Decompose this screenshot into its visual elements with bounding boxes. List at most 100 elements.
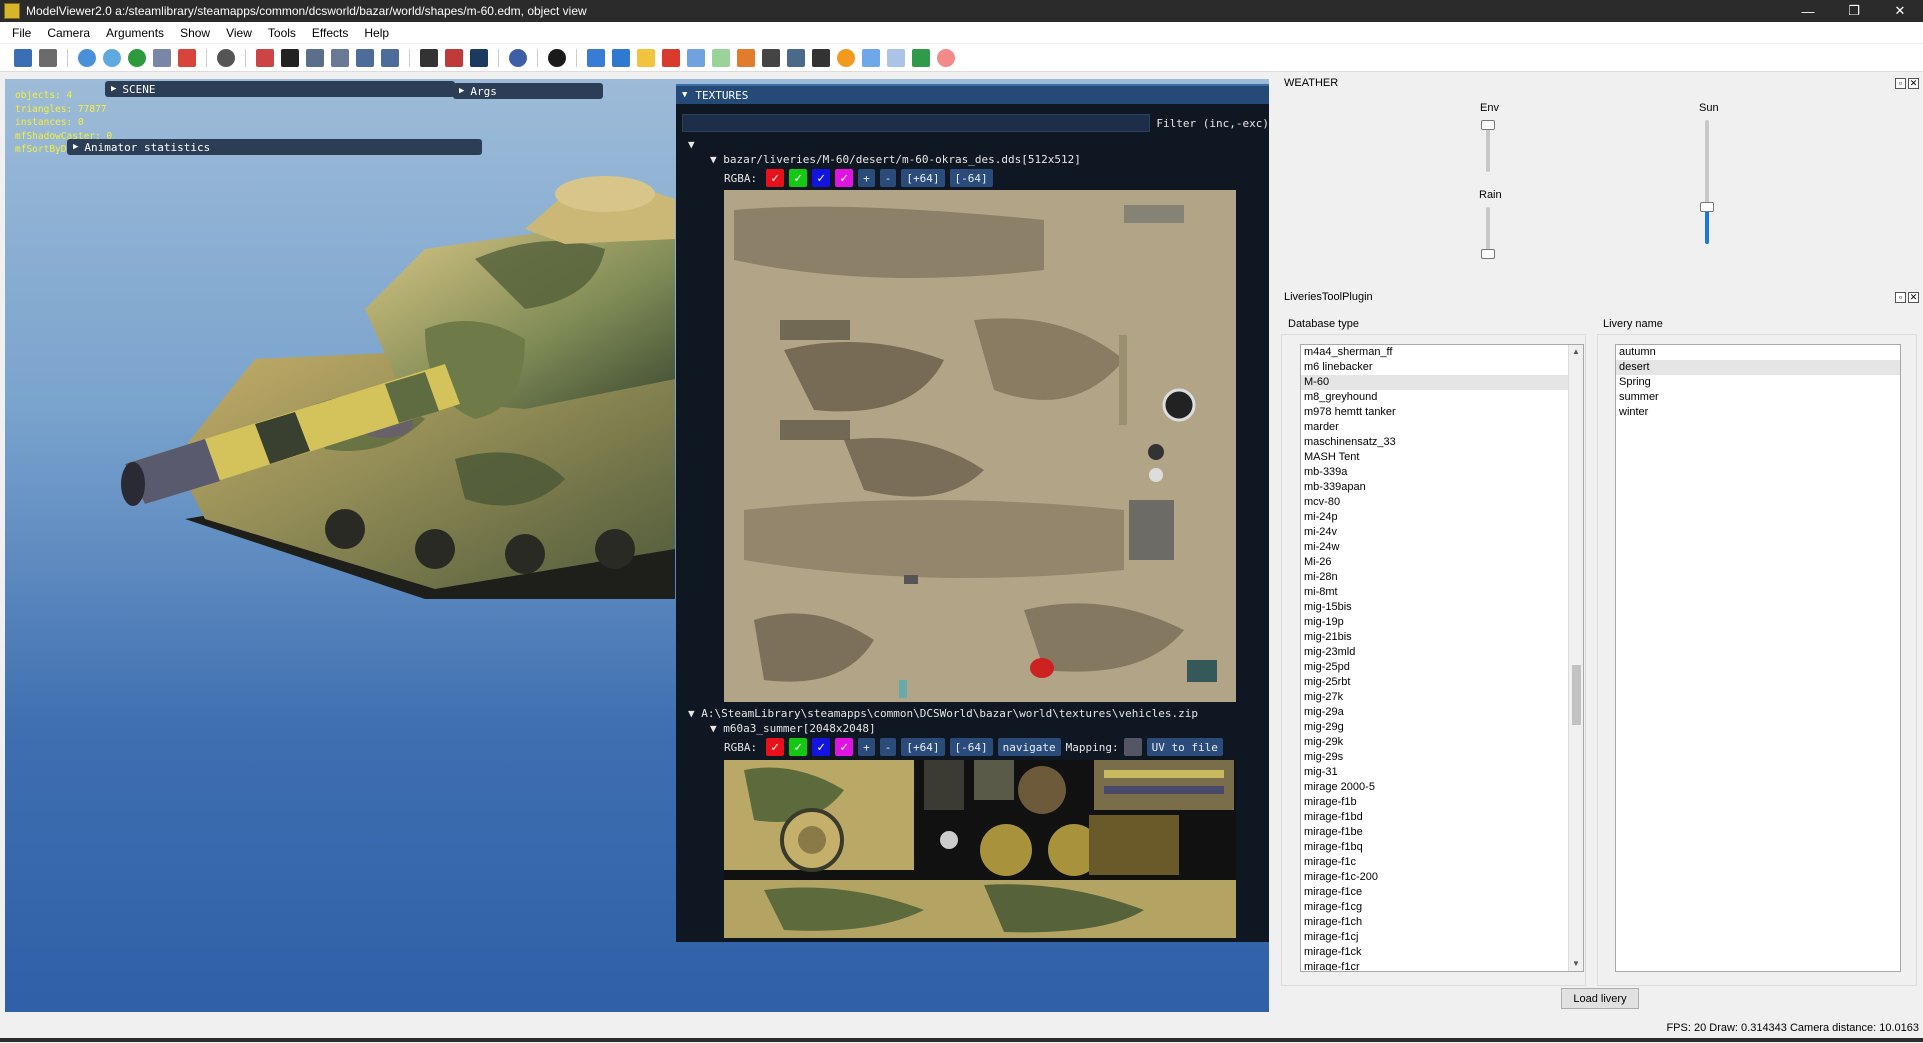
- list-item[interactable]: mirage-f1c: [1301, 855, 1583, 870]
- list-item[interactable]: mcv-80: [1301, 495, 1583, 510]
- list-item[interactable]: mirage-f1bq: [1301, 840, 1583, 855]
- list-item[interactable]: mb-339apan: [1301, 480, 1583, 495]
- list-item[interactable]: autumn: [1616, 345, 1900, 360]
- list-item[interactable]: mirage-f1cj: [1301, 930, 1583, 945]
- list-item[interactable]: mig-15bis: [1301, 600, 1583, 615]
- mapping-checkbox[interactable]: [1123, 738, 1142, 756]
- arrow-right-icon[interactable]: [356, 48, 374, 67]
- grid-icon[interactable]: [281, 48, 299, 67]
- list-item[interactable]: mirage-f1ch: [1301, 915, 1583, 930]
- cone-icon[interactable]: [331, 48, 349, 67]
- cubes-icon[interactable]: [637, 48, 655, 67]
- list-item[interactable]: mig-21bis: [1301, 630, 1583, 645]
- maximize-button[interactable]: ❐: [1831, 0, 1877, 22]
- root-tree-toggle[interactable]: ▼: [688, 138, 695, 151]
- red-channel-checkbox[interactable]: ✓: [766, 738, 785, 756]
- zoom-out-button[interactable]: -: [879, 738, 897, 756]
- rain-slider[interactable]: [1481, 207, 1495, 259]
- texture-file-1[interactable]: ▼ bazar/liveries/M-60/desert/m-60-okras_…: [710, 153, 1081, 166]
- network-icon[interactable]: [862, 48, 880, 67]
- blue-channel-checkbox[interactable]: ✓: [812, 169, 831, 187]
- list-item[interactable]: mig-29a: [1301, 705, 1583, 720]
- menu-help[interactable]: Help: [356, 26, 397, 40]
- color-icon[interactable]: [445, 48, 463, 67]
- axis-icon[interactable]: [256, 48, 274, 67]
- list-item[interactable]: mirage-f1ck: [1301, 945, 1583, 960]
- scroll-down-icon[interactable]: ▼: [1569, 957, 1583, 971]
- list-item[interactable]: mirage-f1bd: [1301, 810, 1583, 825]
- green-channel-checkbox[interactable]: ✓: [789, 169, 808, 187]
- list-item[interactable]: m4a4_sherman_ff: [1301, 345, 1583, 360]
- menu-tools[interactable]: Tools: [260, 26, 304, 40]
- dots-grid-icon[interactable]: [912, 48, 930, 67]
- minus64-button[interactable]: [-64]: [949, 738, 993, 756]
- texture-icon[interactable]: [420, 48, 438, 67]
- skeleton-icon[interactable]: [178, 48, 196, 67]
- list-item[interactable]: Spring: [1616, 375, 1900, 390]
- rain-slider-thumb[interactable]: [1481, 249, 1495, 259]
- pin-icon[interactable]: [762, 48, 780, 67]
- load-livery-button[interactable]: Load livery: [1561, 988, 1639, 1009]
- list-item[interactable]: mi-24p: [1301, 510, 1583, 525]
- scene-collapsible[interactable]: ▶ SCENE: [105, 81, 455, 97]
- list-item[interactable]: M-60: [1301, 375, 1583, 390]
- list-item[interactable]: winter: [1616, 405, 1900, 420]
- list-item[interactable]: mirage 2000-5: [1301, 780, 1583, 795]
- env-slider-thumb[interactable]: [1481, 120, 1495, 130]
- list-item[interactable]: mig-31: [1301, 765, 1583, 780]
- sun-slider[interactable]: [1700, 120, 1714, 244]
- list-item[interactable]: mirage-f1be: [1301, 825, 1583, 840]
- list-item[interactable]: m8_greyhound: [1301, 390, 1583, 405]
- list-item[interactable]: mig-29g: [1301, 720, 1583, 735]
- camera-icon[interactable]: [217, 48, 235, 67]
- target-icon[interactable]: [548, 48, 566, 67]
- red-channel-checkbox[interactable]: ✓: [766, 169, 785, 187]
- list-item[interactable]: m978 hemtt tanker: [1301, 405, 1583, 420]
- record-icon[interactable]: [937, 48, 955, 67]
- cube-outline-icon[interactable]: [687, 48, 705, 67]
- sun-icon[interactable]: [837, 48, 855, 67]
- plus64-button[interactable]: [+64]: [901, 738, 945, 756]
- reload-icon[interactable]: [128, 48, 146, 67]
- car-icon[interactable]: [812, 48, 830, 67]
- lamp-icon[interactable]: [787, 48, 805, 67]
- cube-red-icon[interactable]: [662, 48, 680, 67]
- image-icon[interactable]: [153, 48, 171, 67]
- database-type-list[interactable]: m4a4_sherman_ff m6 linebacker M-60 m8_greyh…: [1300, 344, 1584, 972]
- plus64-button[interactable]: [+64]: [901, 169, 945, 187]
- funnel-icon[interactable]: [306, 48, 324, 67]
- float-icon[interactable]: ▫: [1895, 78, 1906, 89]
- list-item[interactable]: mig-25rbt: [1301, 675, 1583, 690]
- export-icon[interactable]: [39, 48, 57, 67]
- texture-preview-summer[interactable]: [724, 760, 1236, 938]
- minus64-button[interactable]: [-64]: [949, 169, 993, 187]
- table-icon[interactable]: [887, 48, 905, 67]
- list-item[interactable]: mi-8mt: [1301, 585, 1583, 600]
- list-item[interactable]: MASH Tent: [1301, 450, 1583, 465]
- list-item[interactable]: mirage-f1cg: [1301, 900, 1583, 915]
- list-item[interactable]: mig-23mld: [1301, 645, 1583, 660]
- args-collapsible[interactable]: ▶ Args: [453, 83, 603, 99]
- texture-preview-desert[interactable]: [724, 190, 1236, 702]
- sphere-icon[interactable]: [78, 48, 96, 67]
- list-item[interactable]: mirage-f1cr: [1301, 960, 1583, 971]
- zoom-in-button[interactable]: +: [858, 169, 875, 187]
- menu-view[interactable]: View: [218, 26, 260, 40]
- list-item[interactable]: mb-339a: [1301, 465, 1583, 480]
- chart-icon[interactable]: [587, 48, 605, 67]
- alpha-channel-checkbox[interactable]: ✓: [835, 738, 854, 756]
- sun-slider-thumb[interactable]: [1700, 202, 1714, 212]
- list-item[interactable]: marder: [1301, 420, 1583, 435]
- navigate-button[interactable]: navigate: [997, 738, 1061, 756]
- list-item[interactable]: mirage-f1c-200: [1301, 870, 1583, 885]
- menu-camera[interactable]: Camera: [39, 26, 98, 40]
- graph-icon[interactable]: [737, 48, 755, 67]
- alpha-channel-checkbox[interactable]: ✓: [835, 169, 854, 187]
- list-item[interactable]: desert: [1616, 360, 1900, 375]
- menu-show[interactable]: Show: [172, 26, 218, 40]
- database-list-scrollbar[interactable]: ▲ ▼: [1568, 345, 1583, 971]
- textures-header[interactable]: ▼ TEXTURES: [676, 86, 1269, 104]
- green-channel-checkbox[interactable]: ✓: [789, 738, 808, 756]
- zoom-in-button[interactable]: +: [858, 738, 875, 756]
- list-item[interactable]: summer: [1616, 390, 1900, 405]
